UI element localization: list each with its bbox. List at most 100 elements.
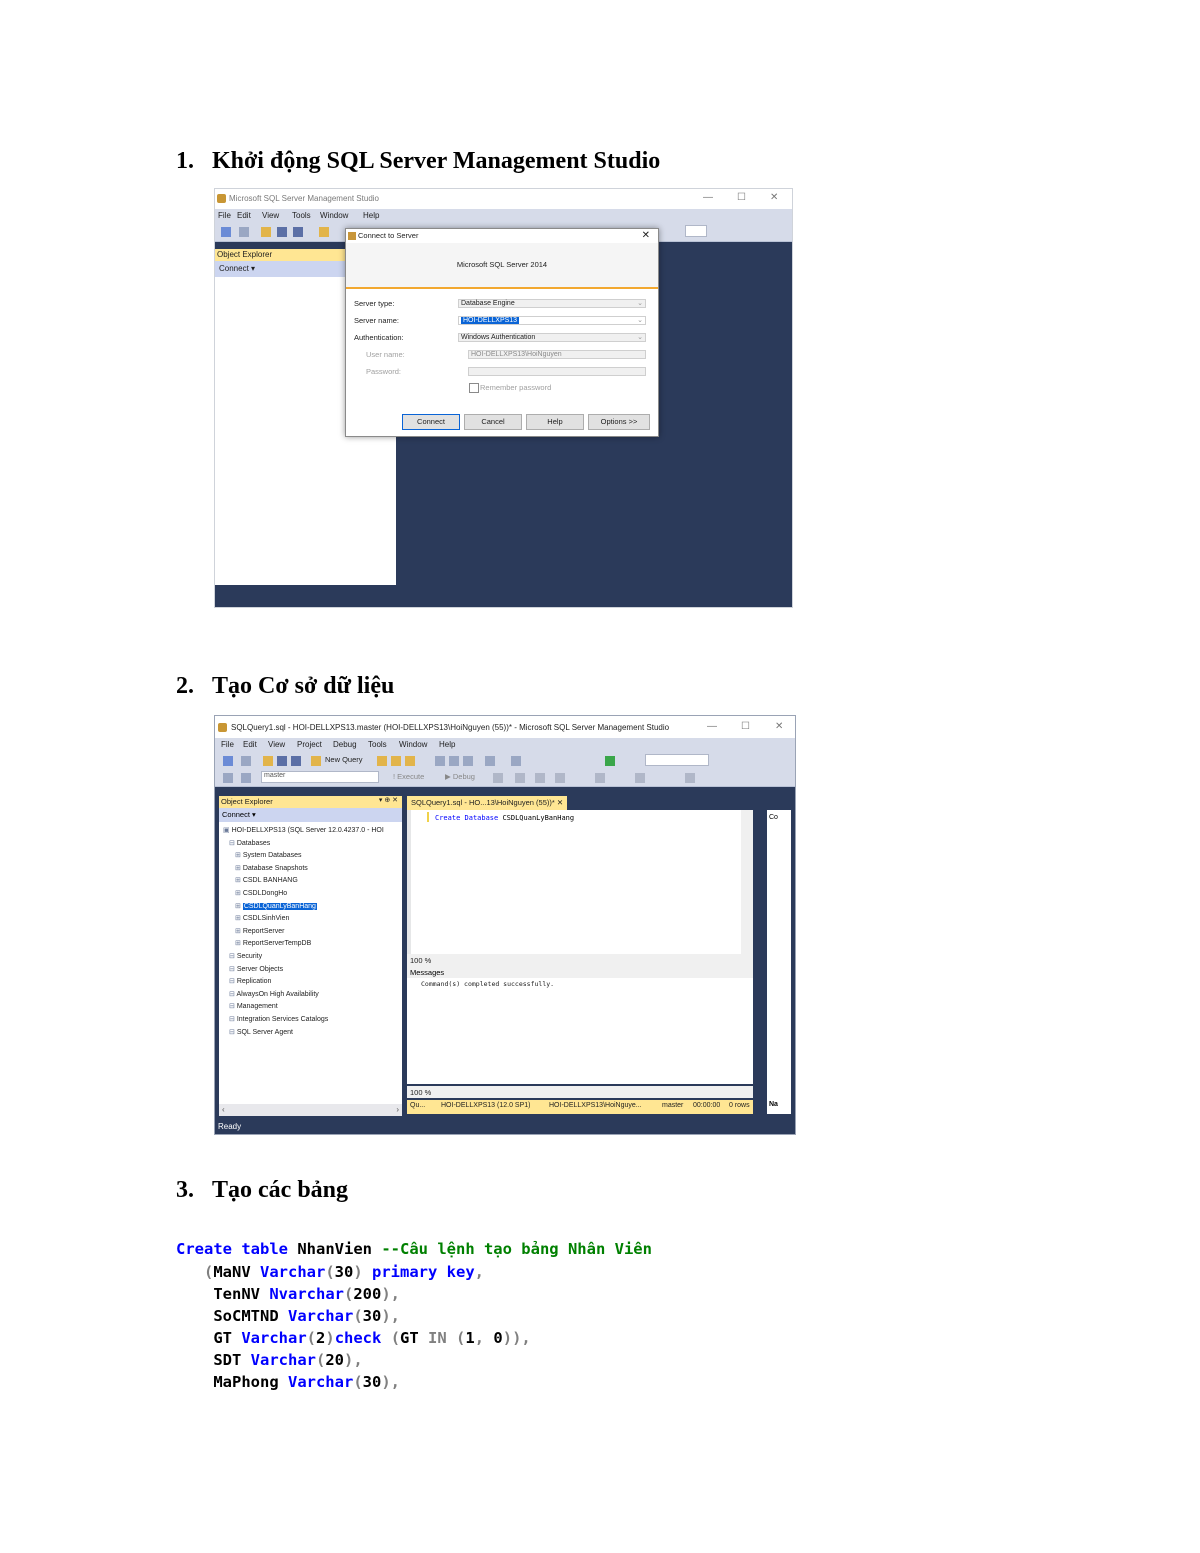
menu-tools[interactable]: Tools — [292, 211, 311, 220]
menu-file[interactable]: File — [221, 740, 234, 749]
specify-values-icon[interactable] — [685, 773, 695, 783]
indent-icon[interactable] — [635, 773, 645, 783]
tab-messages[interactable]: Messages — [407, 966, 753, 978]
parse-icon[interactable] — [515, 773, 525, 783]
cut-icon[interactable] — [435, 756, 445, 766]
expand-icon[interactable]: ⊟ — [229, 840, 237, 847]
menu-help[interactable]: Help — [439, 740, 455, 749]
maximize-icon[interactable]: ☐ — [741, 721, 750, 732]
menu-edit[interactable]: Edit — [243, 740, 257, 749]
tab-sqlquery1[interactable]: SQLQuery1.sql - HO...13\HoiNguyen (55))*… — [407, 796, 568, 810]
connect-dropdown[interactable]: Connect ▾ — [219, 264, 255, 273]
cancel-button[interactable]: Cancel — [464, 414, 522, 430]
tree-item[interactable]: ⊞ CSDLDongHo — [235, 889, 287, 897]
database-select[interactable]: master — [261, 771, 379, 783]
cancel-query-icon[interactable] — [493, 773, 503, 783]
change-connection-icon[interactable] — [241, 773, 251, 783]
new-project-icon[interactable] — [221, 227, 231, 237]
solution-config-combo[interactable] — [645, 754, 709, 766]
pin-icon[interactable]: ▾ ⊕ ✕ — [379, 796, 398, 804]
tree-item[interactable]: ⊞ ReportServerTempDB — [235, 939, 311, 947]
close-icon[interactable]: ✕ — [775, 721, 783, 732]
save-icon[interactable] — [277, 227, 287, 237]
minimize-icon[interactable]: — — [703, 192, 713, 203]
expand-icon[interactable]: ⊟ — [229, 1003, 237, 1010]
expand-icon[interactable]: ⊞ — [235, 940, 243, 947]
query-editor[interactable]: Create Database CSDLQuanLyBanHang — [407, 810, 753, 954]
options-button[interactable]: Options >> — [588, 414, 650, 430]
expand-icon[interactable]: ⊞ — [235, 903, 243, 910]
menu-debug[interactable]: Debug — [333, 740, 357, 749]
menu-view[interactable]: View — [268, 740, 285, 749]
menu-window[interactable]: Window — [399, 740, 427, 749]
minimize-icon[interactable]: — — [707, 721, 717, 732]
undo-icon[interactable] — [485, 756, 495, 766]
vertical-scrollbar[interactable] — [741, 810, 753, 954]
expand-icon[interactable]: ▣ — [223, 827, 232, 834]
query-icon[interactable] — [377, 756, 387, 766]
expand-icon[interactable]: ⊞ — [235, 877, 243, 884]
expand-icon[interactable]: ⊟ — [229, 966, 237, 973]
tree-item[interactable]: ⊟ AlwaysOn High Availability — [229, 990, 319, 998]
expand-icon[interactable]: ⊟ — [229, 1029, 237, 1036]
add-item-icon[interactable] — [239, 227, 249, 237]
menu-file[interactable]: File — [218, 211, 231, 220]
toolbar-combo[interactable] — [685, 225, 707, 237]
menu-tools[interactable]: Tools — [368, 740, 387, 749]
maximize-icon[interactable]: ☐ — [737, 192, 746, 203]
tree-item[interactable]: ⊞ CSDLQuanLyBanHang — [235, 902, 317, 910]
results-zoom[interactable]: 100 % — [407, 1086, 753, 1098]
expand-icon[interactable]: ⊞ — [235, 852, 243, 859]
query-icon[interactable] — [405, 756, 415, 766]
expand-icon[interactable]: ⊟ — [229, 1016, 237, 1023]
open-folder-icon[interactable] — [263, 756, 273, 766]
tree-item[interactable]: ⊟ Server Objects — [229, 965, 283, 973]
execute-button[interactable]: ! Execute — [393, 772, 424, 781]
server-name-input[interactable]: HOI-DELLXPS13 ⌄ — [458, 316, 646, 325]
expand-icon[interactable]: ⊞ — [235, 915, 243, 922]
tree-item[interactable]: ⊟ Security — [229, 952, 262, 960]
menu-view[interactable]: View — [262, 211, 279, 220]
results-text-icon[interactable] — [555, 773, 565, 783]
tree-item[interactable]: ⊞ ReportServer — [235, 927, 284, 935]
expand-icon[interactable]: ⊞ — [235, 928, 243, 935]
new-query-icon[interactable] — [319, 227, 329, 237]
tree-item[interactable]: ⊞ CSDL BANHANG — [235, 876, 298, 884]
save-icon[interactable] — [277, 756, 287, 766]
copy-icon[interactable] — [449, 756, 459, 766]
server-type-select[interactable]: Database Engine ⌄ — [458, 299, 646, 308]
menu-edit[interactable]: Edit — [237, 211, 251, 220]
authentication-select[interactable]: Windows Authentication ⌄ — [458, 333, 646, 342]
connect-icon[interactable] — [223, 773, 233, 783]
redo-icon[interactable] — [511, 756, 521, 766]
debug-button[interactable]: ▶ Debug — [445, 772, 475, 781]
tree-item[interactable]: ⊟ Integration Services Catalogs — [229, 1015, 328, 1023]
new-query-icon[interactable] — [311, 756, 321, 766]
connect-button[interactable]: Connect — [402, 414, 460, 430]
connect-dropdown[interactable]: Connect ▾ — [222, 810, 256, 819]
scroll-left-icon[interactable]: ‹ — [222, 1105, 225, 1114]
help-button[interactable]: Help — [526, 414, 584, 430]
comment-icon[interactable] — [595, 773, 605, 783]
menu-help[interactable]: Help — [363, 211, 379, 220]
menu-window[interactable]: Window — [320, 211, 348, 220]
add-item-icon[interactable] — [241, 756, 251, 766]
expand-icon[interactable]: ⊞ — [235, 890, 243, 897]
tree-item[interactable]: ⊟ Databases — [229, 839, 270, 847]
paste-icon[interactable] — [463, 756, 473, 766]
tree-item[interactable]: ⊞ CSDLSinhVien — [235, 914, 289, 922]
editor-zoom[interactable]: 100 % — [407, 954, 753, 966]
start-icon[interactable] — [605, 756, 615, 766]
tree-item[interactable]: ⊟ Management — [229, 1002, 278, 1010]
close-icon[interactable]: ✕ — [770, 192, 778, 203]
scroll-right-icon[interactable]: › — [396, 1105, 399, 1114]
tree-item[interactable]: ⊞ Database Snapshots — [235, 864, 308, 872]
tree-item[interactable]: ▣ HOI-DELLXPS13 (SQL Server 12.0.4237.0 … — [223, 826, 384, 834]
menu-project[interactable]: Project — [297, 740, 322, 749]
save-all-icon[interactable] — [293, 227, 303, 237]
new-query-button[interactable]: New Query — [325, 755, 363, 764]
new-project-icon[interactable] — [223, 756, 233, 766]
tree-item[interactable]: ⊟ SQL Server Agent — [229, 1028, 293, 1036]
results-grid-icon[interactable] — [535, 773, 545, 783]
query-icon[interactable] — [391, 756, 401, 766]
